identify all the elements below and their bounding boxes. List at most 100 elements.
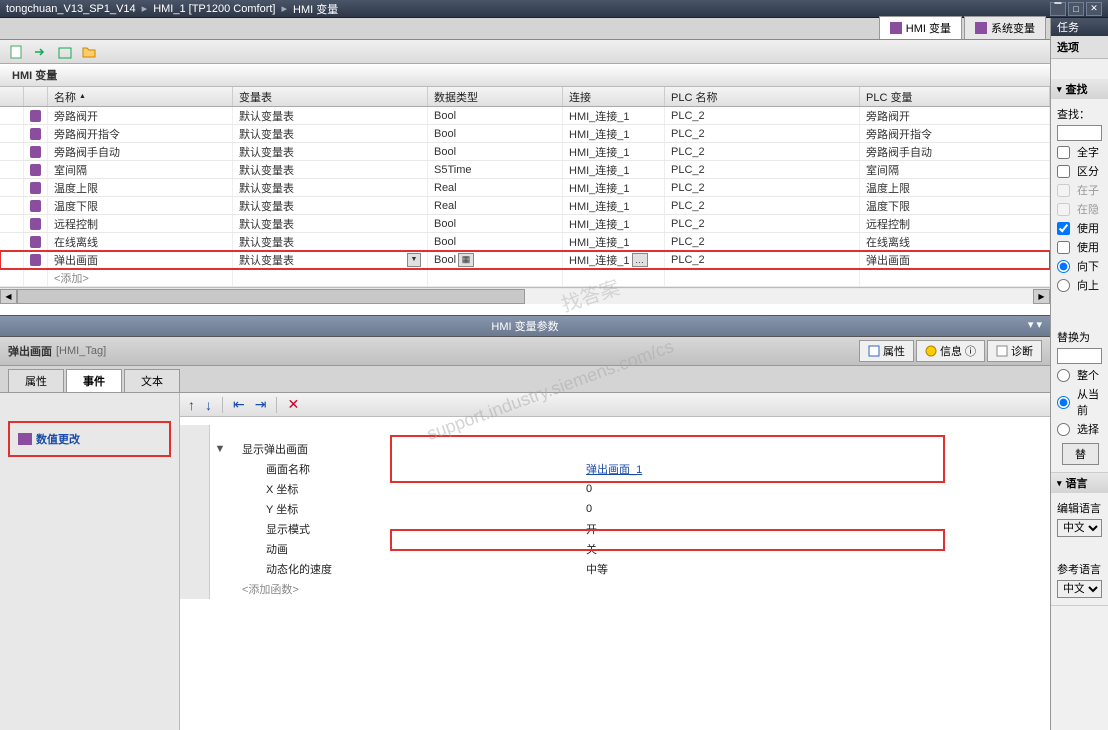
add-function-row[interactable]: <添加函数> bbox=[180, 579, 1050, 599]
tab-events[interactable]: 事件 bbox=[66, 369, 122, 392]
event-sidebar: 数值更改 bbox=[0, 393, 180, 730]
collapse-handle-icon[interactable]: ▾ ▾ bbox=[1028, 318, 1042, 331]
scroll-thumb[interactable] bbox=[17, 289, 525, 304]
header-plcname[interactable]: PLC 名称 bbox=[665, 87, 860, 106]
top-tab-strip: HMI 变量 系统变量 bbox=[0, 18, 1050, 40]
tab-system-variables[interactable]: 系统变量 bbox=[964, 16, 1046, 39]
selection-radio[interactable] bbox=[1057, 423, 1070, 436]
indent-icon[interactable]: ⇥ bbox=[255, 396, 267, 413]
header-plcvar[interactable]: PLC 变量 bbox=[860, 87, 1050, 106]
header-connection[interactable]: 连接 bbox=[563, 87, 665, 106]
move-down-icon[interactable]: ↓ bbox=[205, 397, 212, 413]
hidden-checkbox bbox=[1057, 203, 1070, 216]
down-radio[interactable] bbox=[1057, 260, 1070, 273]
scroll-left-icon[interactable]: ◀ bbox=[0, 289, 17, 304]
table-row[interactable]: 弹出画面默认变量表▼Bool▦HMI_连接_1…PLC_2弹出画面 bbox=[0, 251, 1050, 269]
find-section-title[interactable]: ▾查找 bbox=[1051, 79, 1108, 99]
tag-icon bbox=[975, 22, 987, 34]
delete-icon[interactable]: ✕ bbox=[287, 396, 299, 413]
tab-text[interactable]: 文本 bbox=[124, 369, 180, 392]
header-name[interactable]: 名称▲ bbox=[48, 87, 233, 106]
replace-button[interactable]: 替 bbox=[1062, 443, 1099, 465]
variable-icon bbox=[30, 164, 41, 176]
tb-import-icon[interactable] bbox=[32, 43, 50, 61]
detail-body: 数值更改 ↑ ↓ ⇤ ⇥ ✕ ▼显示弹出画面 bbox=[0, 393, 1050, 730]
horizontal-scrollbar[interactable]: ◀ ▶ bbox=[0, 287, 1050, 304]
maximize-icon[interactable]: □ bbox=[1068, 2, 1084, 16]
grid-title: HMI 变量 bbox=[0, 64, 1050, 87]
splitter-bar[interactable]: HMI 变量参数 ▾ ▾ bbox=[0, 315, 1050, 337]
table-row[interactable]: 旁路阀手自动默认变量表BoolHMI_连接_1PLC_2旁路阀手自动 bbox=[0, 143, 1050, 161]
browse-icon[interactable]: ▦ bbox=[458, 253, 474, 267]
variable-icon bbox=[30, 110, 41, 122]
tag-icon bbox=[890, 22, 902, 34]
dropdown-icon[interactable]: ▼ bbox=[407, 253, 421, 267]
func-param-row[interactable]: Y 坐标0 bbox=[180, 499, 1050, 519]
up-radio[interactable] bbox=[1057, 279, 1070, 292]
ellipsis-icon[interactable]: … bbox=[632, 253, 648, 267]
diagnostics-icon bbox=[996, 345, 1008, 357]
event-content: ↑ ↓ ⇤ ⇥ ✕ ▼显示弹出画面 画面名称弹出画面_1 X 坐标0 Y bbox=[180, 393, 1050, 730]
table-row[interactable]: 远程控制默认变量表BoolHMI_连接_1PLC_2远程控制 bbox=[0, 215, 1050, 233]
from-current-radio[interactable] bbox=[1057, 396, 1070, 409]
properties-icon bbox=[868, 345, 880, 357]
whole-word-checkbox[interactable] bbox=[1057, 146, 1070, 159]
title-section: HMI 变量 bbox=[293, 1, 338, 17]
lang-section-title[interactable]: ▾语言 bbox=[1051, 473, 1108, 493]
diagnostics-button[interactable]: 诊断 bbox=[987, 340, 1042, 362]
close-icon[interactable]: ✕ bbox=[1086, 2, 1102, 16]
edit-lang-select[interactable]: 中文（ bbox=[1057, 519, 1102, 537]
tb-folder-icon[interactable] bbox=[80, 43, 98, 61]
screen-name-link[interactable]: 弹出画面_1 bbox=[586, 464, 642, 476]
unpin-icon[interactable]: ▔ bbox=[1050, 2, 1066, 16]
variable-icon bbox=[30, 200, 41, 212]
func-param-row[interactable]: 画面名称弹出画面_1 bbox=[180, 459, 1050, 479]
collapse-icon[interactable]: ▼ bbox=[210, 443, 230, 455]
tab-hmi-variables[interactable]: HMI 变量 bbox=[879, 16, 962, 39]
move-up-icon[interactable]: ↑ bbox=[188, 397, 195, 413]
edit-lang-label: 编辑语言 bbox=[1057, 500, 1101, 516]
find-label: 查找： bbox=[1057, 106, 1090, 122]
func-param-row[interactable]: 动画关 bbox=[180, 539, 1050, 559]
replace-input[interactable] bbox=[1057, 348, 1102, 364]
func-param-row[interactable]: 动态化的速度中等 bbox=[180, 559, 1050, 579]
tb-new-icon[interactable] bbox=[8, 43, 26, 61]
whole-doc-radio[interactable] bbox=[1057, 369, 1070, 382]
header-table[interactable]: 变量表 bbox=[233, 87, 428, 106]
info-button[interactable]: 信息 ⓘ bbox=[916, 340, 985, 362]
func-root-row[interactable]: ▼显示弹出画面 bbox=[180, 439, 1050, 459]
event-toolbar: ↑ ↓ ⇤ ⇥ ✕ bbox=[180, 393, 1050, 417]
table-row[interactable]: 温度上限默认变量表RealHMI_连接_1PLC_2温度上限 bbox=[0, 179, 1050, 197]
add-row[interactable]: <添加> bbox=[0, 269, 1050, 287]
title-device: HMI_1 [TP1200 Comfort] bbox=[153, 3, 275, 15]
scroll-right-icon[interactable]: ▶ bbox=[1033, 289, 1050, 304]
event-icon bbox=[18, 433, 32, 445]
use2-checkbox[interactable] bbox=[1057, 241, 1070, 254]
case-checkbox[interactable] bbox=[1057, 165, 1070, 178]
header-spacer bbox=[24, 87, 48, 106]
properties-button[interactable]: 属性 bbox=[859, 340, 914, 362]
table-row[interactable]: 室间隔默认变量表S5TimeHMI_连接_1PLC_2室间隔 bbox=[0, 161, 1050, 179]
tab-properties[interactable]: 属性 bbox=[8, 369, 64, 392]
table-row[interactable]: 旁路阀开指令默认变量表BoolHMI_连接_1PLC_2旁路阀开指令 bbox=[0, 125, 1050, 143]
tb-export-icon[interactable] bbox=[56, 43, 74, 61]
find-input[interactable] bbox=[1057, 125, 1102, 141]
table-row[interactable]: 在线离线默认变量表BoolHMI_连接_1PLC_2在线离线 bbox=[0, 233, 1050, 251]
options-header: 选项 bbox=[1051, 36, 1108, 59]
func-param-row[interactable]: X 坐标0 bbox=[180, 479, 1050, 499]
task-panel: 任务 选项 ▾查找 查找： 全字 区分 在子 在隐 使用 使用 向下 向上 替换… bbox=[1050, 18, 1108, 730]
ref-lang-select[interactable]: 中文（ bbox=[1057, 580, 1102, 598]
table-row[interactable]: 旁路阀开默认变量表BoolHMI_连接_1PLC_2旁路阀开 bbox=[0, 107, 1050, 125]
variable-icon bbox=[30, 128, 41, 140]
outdent-icon[interactable]: ⇤ bbox=[233, 396, 245, 413]
use1-checkbox[interactable] bbox=[1057, 222, 1070, 235]
func-param-row[interactable]: 显示模式开 bbox=[180, 519, 1050, 539]
header-datatype[interactable]: 数据类型 bbox=[428, 87, 563, 106]
main-toolbar bbox=[0, 40, 1050, 64]
replace-label: 替换为 bbox=[1057, 329, 1090, 345]
event-value-change[interactable]: 数值更改 bbox=[10, 423, 169, 455]
detail-title: 弹出画面 bbox=[8, 343, 52, 359]
table-row[interactable]: 温度下限默认变量表RealHMI_连接_1PLC_2温度下限 bbox=[0, 197, 1050, 215]
detail-subtitle: [HMI_Tag] bbox=[56, 345, 106, 357]
task-panel-title: 任务 bbox=[1051, 18, 1108, 36]
